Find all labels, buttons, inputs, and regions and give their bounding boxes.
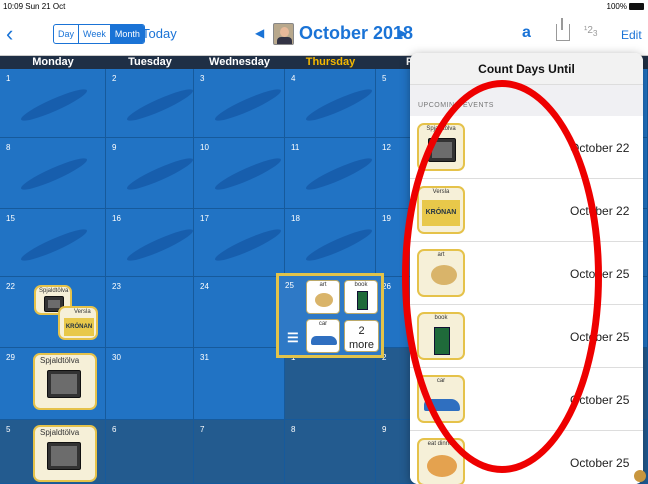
book-event-icon[interactable]: book xyxy=(344,280,378,314)
help-icon[interactable] xyxy=(634,470,646,482)
calendar-day[interactable]: 4 xyxy=(285,69,376,138)
day-header-wednesday: Wednesday xyxy=(194,56,285,69)
event-thumbnail[interactable]: Spjaldtölva xyxy=(33,353,97,410)
previous-month-icon[interactable]: ◀ xyxy=(255,26,264,40)
store-icon: KRÓNAN xyxy=(64,318,94,336)
calendar-day[interactable]: 22 Spjaldtölva Versla KRÓNAN xyxy=(0,277,106,348)
count-days-icon[interactable]: ¹23 xyxy=(584,25,598,38)
calendar-day[interactable]: 5 Spjaldtölva xyxy=(0,420,106,484)
tablet-icon xyxy=(47,370,81,398)
day-header-tuesday: Tuesday xyxy=(106,56,194,69)
more-events-button[interactable]: 2 more xyxy=(344,320,379,352)
status-bar: 10:09 Sun 21 Oct 100% xyxy=(0,0,648,13)
tablet-icon xyxy=(47,442,81,470)
palette-icon xyxy=(315,293,333,307)
toolbar: ‹ Day Week Month Today ◀ October 2018 ▶ … xyxy=(0,13,648,56)
calendar-day[interactable]: 11 xyxy=(285,138,376,209)
tab-day[interactable]: Day xyxy=(54,25,80,43)
calendar-day[interactable]: 15 xyxy=(0,209,106,277)
user-avatar[interactable] xyxy=(273,23,294,45)
calendar-day[interactable]: 9 xyxy=(106,138,196,209)
calendar-day[interactable]: 10 xyxy=(194,138,285,209)
today-button[interactable]: Today xyxy=(142,26,177,41)
car-icon xyxy=(311,336,337,345)
event-thumbnail[interactable]: Versla KRÓNAN xyxy=(58,306,98,340)
back-chevron-icon[interactable]: ‹ xyxy=(6,23,13,45)
month-title: October 2018 xyxy=(299,23,414,43)
book-icon xyxy=(357,291,368,310)
calendar-day[interactable]: 6 xyxy=(106,420,194,484)
battery-indicator: 100% xyxy=(607,2,644,11)
calendar-day[interactable]: 2 xyxy=(106,69,196,138)
tab-week[interactable]: Week xyxy=(79,25,111,43)
status-time: 10:09 Sun 21 Oct xyxy=(3,2,66,11)
avatar-body xyxy=(277,37,292,44)
calendar-day[interactable]: 24 xyxy=(194,277,285,348)
calendar-day[interactable]: 30 xyxy=(106,348,194,420)
calendar-day[interactable]: 29 Spjaldtölva xyxy=(0,348,106,420)
calendar-day[interactable]: 8 xyxy=(0,138,106,209)
annotation-ellipse xyxy=(402,80,602,473)
car-event-icon[interactable]: car xyxy=(306,319,340,353)
tab-month[interactable]: Month xyxy=(110,25,144,43)
calendar-day[interactable]: 16 xyxy=(106,209,196,277)
calendar-day[interactable]: 3 xyxy=(194,69,285,138)
calendar-day[interactable]: 7 xyxy=(194,420,285,484)
calendar-day[interactable]: 31 xyxy=(194,348,285,420)
event-thumbnail[interactable]: Spjaldtölva xyxy=(33,425,97,482)
day-header-monday: Monday xyxy=(0,56,106,69)
view-segmented-control: Day Week Month xyxy=(53,24,145,44)
avatar-head xyxy=(280,27,289,37)
calendar-day[interactable]: 18 xyxy=(285,209,376,277)
calendar-day[interactable]: 17 xyxy=(194,209,285,277)
calendar-day[interactable]: 23 xyxy=(106,277,194,348)
battery-icon xyxy=(629,3,644,10)
list-icon[interactable]: ☰ xyxy=(287,330,299,346)
edit-button[interactable]: Edit xyxy=(621,28,642,42)
calendar-day[interactable]: 1 xyxy=(285,348,376,420)
selected-day-25[interactable]: 25 art book car 2 more ☰ xyxy=(276,273,384,358)
calendar-day[interactable]: 8 xyxy=(285,420,376,484)
art-event-icon[interactable]: art xyxy=(306,280,340,314)
calendar-app: 10:09 Sun 21 Oct 100% ‹ Day Week Month T… xyxy=(0,0,648,484)
share-icon[interactable] xyxy=(556,18,570,41)
lock-icon[interactable]: a xyxy=(522,24,531,42)
next-month-icon[interactable]: ▶ xyxy=(398,26,407,40)
calendar-day[interactable]: 1 xyxy=(0,69,106,138)
popover-title: Count Days Until xyxy=(410,53,643,85)
day-header-thursday: Thursday xyxy=(285,56,376,69)
